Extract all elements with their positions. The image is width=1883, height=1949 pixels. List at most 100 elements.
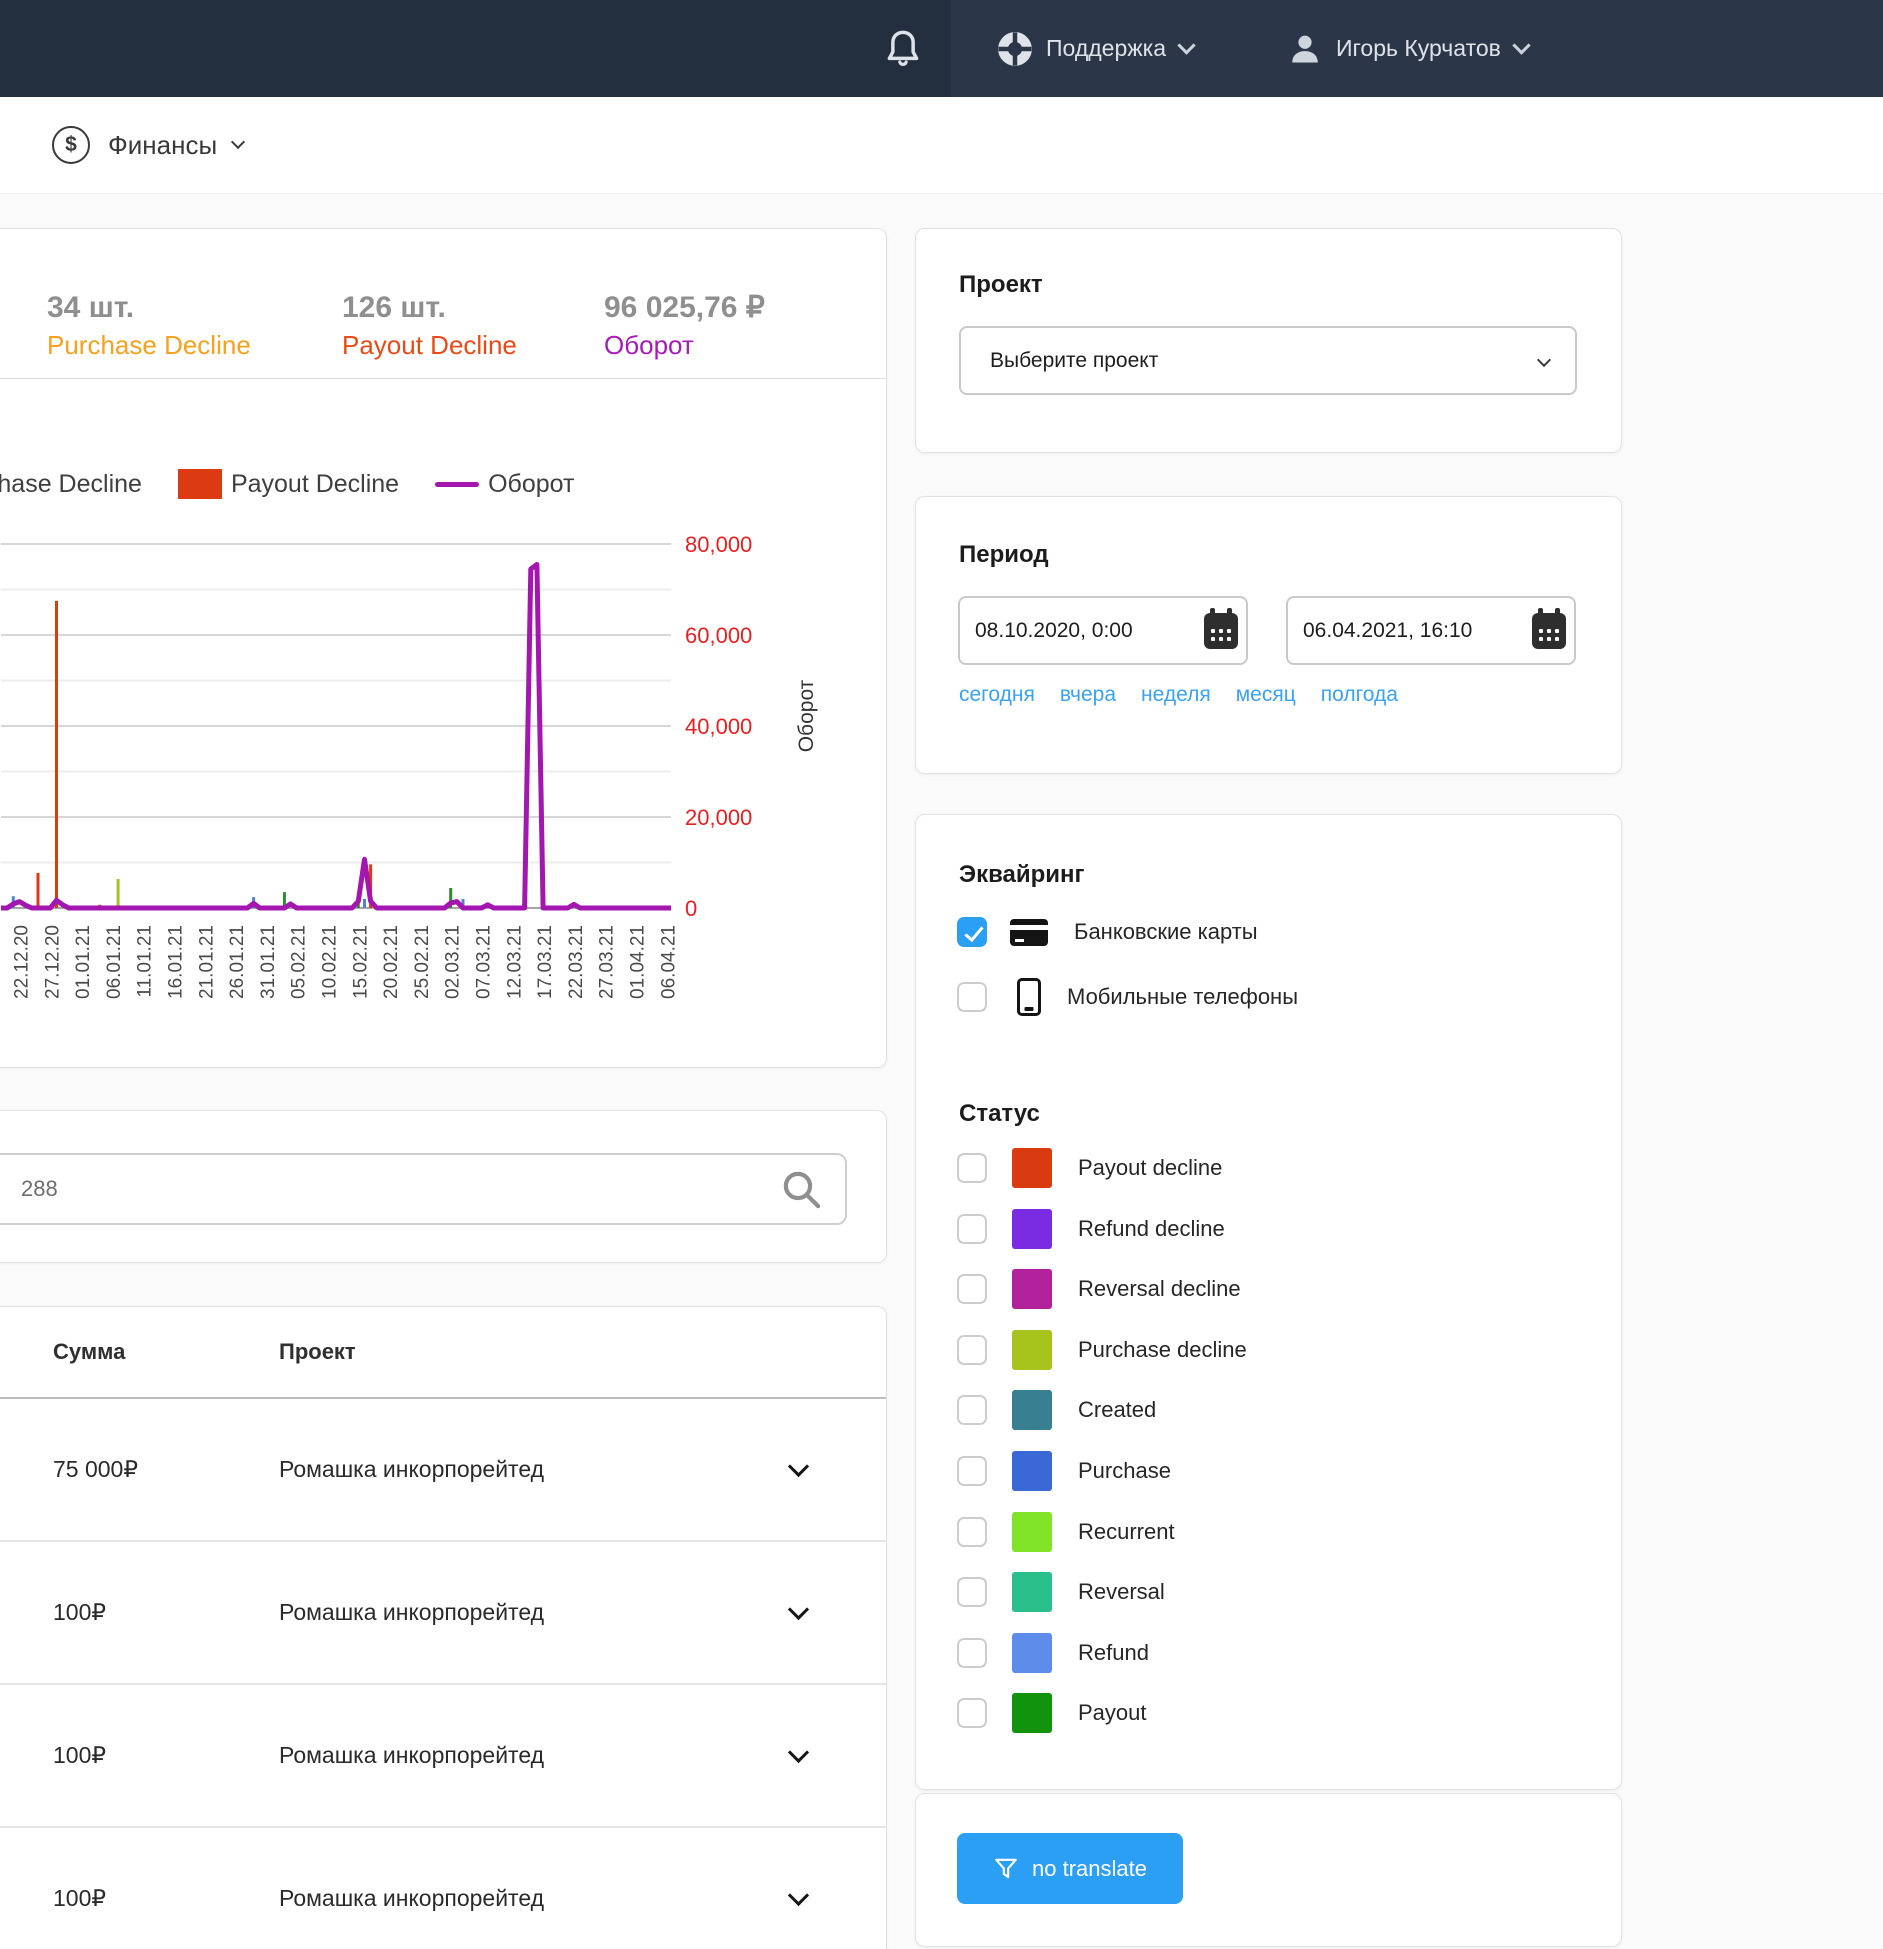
svg-text:20,000: 20,000 [685, 805, 752, 830]
project-select[interactable]: Выберите проект [959, 326, 1577, 395]
svg-text:0: 0 [685, 896, 697, 921]
acquiring-option[interactable]: Банковские карты [957, 917, 1258, 947]
status-color-swatch [1012, 1330, 1052, 1370]
quick-link-полгода[interactable]: полгода [1321, 683, 1398, 707]
table-row[interactable]: 100₽ Ромашка инкорпорейтед [0, 1828, 886, 1949]
checkbox[interactable] [957, 982, 987, 1012]
status-option-label: Purchase decline [1078, 1337, 1247, 1363]
checkbox[interactable] [957, 1517, 987, 1547]
checkbox[interactable] [957, 1214, 987, 1244]
row-expand-chevron-icon[interactable] [788, 1885, 809, 1906]
quick-link-месяц[interactable]: месяц [1236, 683, 1296, 707]
search-icon[interactable] [781, 1169, 823, 1211]
svg-text:17.03.21: 17.03.21 [535, 925, 556, 999]
table-row[interactable]: 100₽ Ромашка инкорпорейтед [0, 1685, 886, 1828]
status-color-swatch [1012, 1572, 1052, 1612]
filters-column: Проект Выберите проект Период 08.10.2020… [915, 0, 1622, 1949]
checkbox[interactable] [957, 1638, 987, 1668]
project-select-value: Выберите проект [990, 349, 1539, 373]
status-option-label: Reversal decline [1078, 1276, 1241, 1302]
status-color-swatch [1012, 1209, 1052, 1249]
row-expand-chevron-icon[interactable] [788, 1456, 809, 1477]
summary-stat: 34 шт. Purchase Decline [47, 289, 251, 363]
legend-label: Оборот [488, 470, 574, 499]
row-project: Ромашка инкорпорейтед [279, 1542, 544, 1683]
svg-text:16.01.21: 16.01.21 [166, 925, 187, 999]
svg-text:07.03.21: 07.03.21 [474, 925, 495, 999]
quick-link-вчера[interactable]: вчера [1060, 683, 1116, 707]
svg-text:21.01.21: 21.01.21 [196, 925, 217, 999]
chart-card: 34 шт. Purchase Decline 126 шт. Payout D… [0, 228, 887, 1068]
svg-text:06.01.21: 06.01.21 [104, 925, 125, 999]
svg-text:60,000: 60,000 [685, 623, 752, 648]
table-header: Сумма Проект [0, 1307, 886, 1399]
checkbox[interactable] [957, 1456, 987, 1486]
row-amount: 100₽ [53, 1828, 106, 1949]
status-option[interactable]: Purchase [957, 1451, 1171, 1491]
legend-label: Purchase Decline [0, 470, 142, 499]
status-title: Статус [959, 1100, 1040, 1128]
svg-text:01.04.21: 01.04.21 [628, 925, 649, 999]
row-project: Ромашка инкорпорейтед [279, 1828, 544, 1949]
legend-item[interactable]: Purchase Decline [0, 469, 142, 499]
status-color-swatch [1012, 1633, 1052, 1673]
period-quick-links: сегодня вчера неделя месяц полгода [959, 683, 1398, 707]
quick-link-сегодня[interactable]: сегодня [959, 683, 1035, 707]
status-option[interactable]: Payout decline [957, 1148, 1222, 1188]
column-header-project: Проект [279, 1307, 356, 1397]
table-body: 75 000₽ Ромашка инкорпорейтед 100₽ Ромаш… [0, 1399, 886, 1949]
checkbox[interactable] [957, 1395, 987, 1425]
date-from-input[interactable]: 08.10.2020, 0:00 [958, 596, 1248, 665]
svg-text:26.01.21: 26.01.21 [227, 925, 248, 999]
calendar-icon[interactable] [1204, 613, 1238, 649]
checkbox[interactable] [957, 1335, 987, 1365]
acquiring-option[interactable]: Мобильные телефоны [957, 978, 1298, 1016]
row-expand-chevron-icon[interactable] [788, 1599, 809, 1620]
row-project: Ромашка инкорпорейтед [279, 1399, 544, 1540]
quick-link-неделя[interactable]: неделя [1141, 683, 1211, 707]
summary-stat: 126 шт. Payout Decline [342, 289, 517, 363]
date-to-input[interactable]: 06.04.2021, 16:10 [1286, 596, 1576, 665]
svg-text:22.12.20: 22.12.20 [12, 925, 33, 999]
checkbox[interactable] [957, 1274, 987, 1304]
divider [0, 378, 886, 379]
status-option-label: Payout decline [1078, 1155, 1222, 1181]
svg-text:27.12.20: 27.12.20 [42, 925, 63, 999]
status-color-swatch [1012, 1512, 1052, 1552]
status-option[interactable]: Payout [957, 1693, 1147, 1733]
legend-label: Payout Decline [231, 470, 399, 499]
svg-text:20.02.21: 20.02.21 [381, 925, 402, 999]
credit-card-icon [1010, 919, 1048, 946]
search-input[interactable] [0, 1153, 847, 1225]
table-row[interactable]: 100₽ Ромашка инкорпорейтед [0, 1542, 886, 1685]
legend-item[interactable]: Payout Decline [178, 469, 399, 499]
status-option-label: Reversal [1078, 1579, 1165, 1605]
status-option[interactable]: Purchase decline [957, 1330, 1247, 1370]
checkbox[interactable] [957, 917, 987, 947]
finance-dashboard-page: Поддержка Игорь Курчатов $ Финансы 34 шт… [0, 0, 1883, 1949]
status-option[interactable]: Refund [957, 1633, 1149, 1673]
status-option[interactable]: Reversal [957, 1572, 1165, 1612]
status-option[interactable]: Refund decline [957, 1209, 1225, 1249]
legend-item[interactable]: Оборот [435, 470, 574, 499]
checkbox[interactable] [957, 1577, 987, 1607]
stat-label: Purchase Decline [47, 327, 251, 363]
svg-text:06.04.21: 06.04.21 [658, 925, 679, 999]
date-to-value: 06.04.2021, 16:10 [1303, 619, 1472, 643]
table-row[interactable]: 75 000₽ Ромашка инкорпорейтед [0, 1399, 886, 1542]
status-color-swatch [1012, 1148, 1052, 1188]
checkbox[interactable] [957, 1153, 987, 1183]
row-amount: 75 000₽ [53, 1399, 138, 1540]
status-option-label: Payout [1078, 1700, 1147, 1726]
project-title: Проект [959, 271, 1043, 299]
status-option[interactable]: Reversal decline [957, 1269, 1241, 1309]
calendar-icon[interactable] [1532, 613, 1566, 649]
stat-value: 126 шт. [342, 289, 517, 327]
row-expand-chevron-icon[interactable] [788, 1742, 809, 1763]
status-option[interactable]: Recurrent [957, 1512, 1175, 1552]
svg-text:25.02.21: 25.02.21 [412, 925, 433, 999]
checkbox[interactable] [957, 1698, 987, 1728]
apply-filter-button[interactable]: no translate [957, 1833, 1183, 1904]
status-option[interactable]: Created [957, 1390, 1156, 1430]
status-option-label: Purchase [1078, 1458, 1171, 1484]
